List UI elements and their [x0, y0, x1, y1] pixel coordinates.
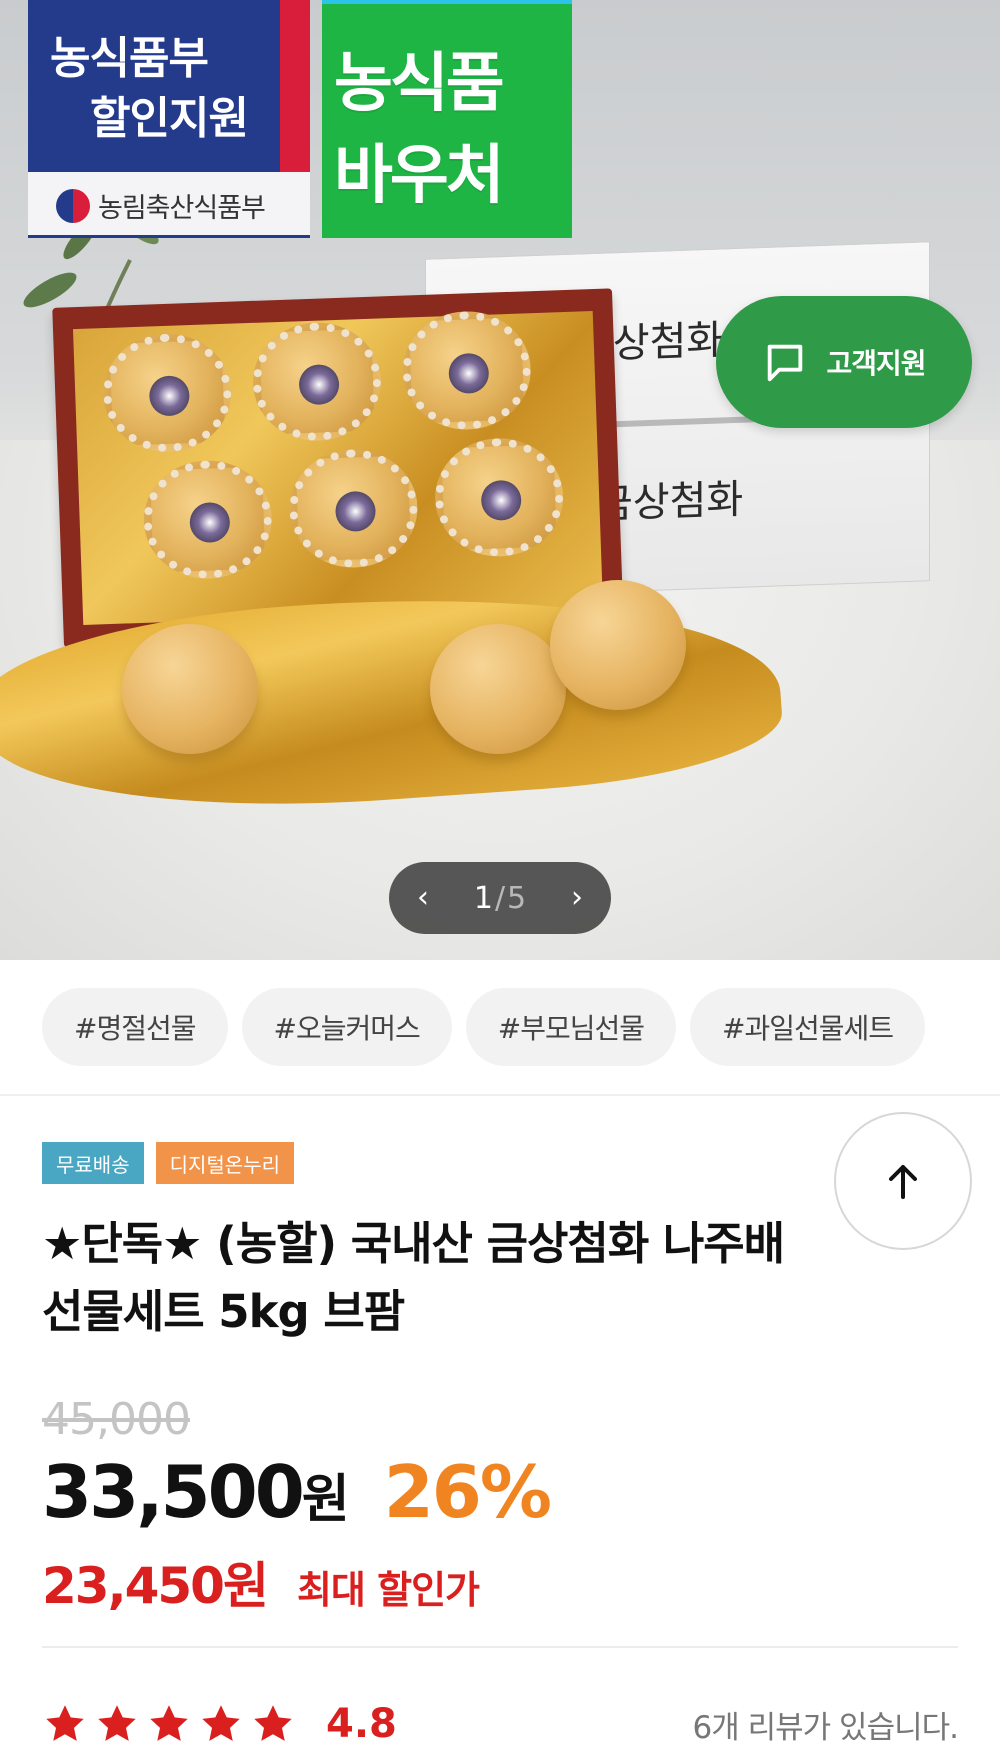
star-icon [202, 1705, 240, 1741]
product-labels: 무료배송 디지털온누리 [42, 1142, 295, 1184]
ministry-name: 농림축산식품부 [98, 193, 266, 224]
customer-support-label: 고객지원 [826, 347, 926, 380]
pear-tray [52, 288, 624, 648]
star-rating [42, 1702, 296, 1746]
digital-onnuri-label: 디지털온누리 [155, 1142, 295, 1184]
taeguk-icon [56, 188, 90, 223]
max-discount-row: 23,450원 최대 할인가 [42, 1546, 480, 1618]
hashtag-chip[interactable]: #오늘커머스 [241, 988, 452, 1066]
prev-image-button[interactable]: ‹ [417, 883, 429, 913]
discount-support-badge: 농식품부 할인지원 농림축산식품부 [28, 0, 310, 238]
hashtag-chip[interactable]: #과일선물세트 [690, 988, 926, 1066]
hashtag-chip[interactable]: #명절선물 [42, 988, 228, 1066]
arrow-up-icon [889, 1165, 917, 1199]
voucher-line1: 농식품 [334, 47, 505, 121]
pager-current: 1 [473, 880, 493, 916]
next-image-button[interactable]: › [571, 883, 583, 913]
product-image-carousel[interactable]: 금상첨화 금상첨화 농식품부 할인지원 농림축산식품부 농식품 바우처 고객지원 [0, 0, 1000, 960]
loose-pear [122, 624, 258, 754]
max-discount-label: 최대 할인가 [296, 1568, 480, 1612]
free-shipping-label: 무료배송 [42, 1142, 144, 1184]
discount-rate: 26% [383, 1450, 552, 1534]
original-price: 45,000 [42, 1394, 191, 1445]
star-icon [150, 1705, 188, 1741]
product-title: ★단독★ (농할) 국내산 금상첨화 나주배 선물세트 5kg 브팜 [42, 1210, 962, 1346]
pager-separator: / [494, 880, 506, 916]
star-icon [254, 1705, 292, 1741]
pager-count: 1 / 5 [474, 881, 526, 916]
voucher-line2: 바우처 [334, 139, 505, 213]
sale-price: 33,500원 [42, 1450, 350, 1534]
max-discount-price: 23,450원 [42, 1557, 269, 1615]
scroll-to-top-button[interactable] [834, 1112, 972, 1250]
carousel-pager: ‹ 1 / 5 › [389, 862, 611, 934]
badge-line2: 할인지원 [90, 93, 249, 144]
customer-support-button[interactable]: 고객지원 [716, 296, 972, 428]
price-row: 33,500원 26% [42, 1450, 552, 1534]
product-title-line2: 선물세트 5kg 브팜 [42, 1285, 405, 1338]
ministry-logo: 농림축산식품부 [56, 186, 266, 225]
badge-line1: 농식품부 [50, 33, 209, 84]
currency-unit: 원 [301, 1470, 350, 1530]
star-icon [98, 1705, 136, 1741]
pager-total: 5 [507, 880, 527, 916]
chat-bubble-icon [768, 344, 803, 382]
loose-pear [550, 580, 686, 710]
hashtag-chip[interactable]: #부모님선물 [465, 988, 677, 1066]
star-icon [46, 1705, 84, 1741]
sale-price-value: 33,500 [42, 1450, 305, 1534]
rating-value: 4.8 [326, 1701, 397, 1747]
loose-pear [430, 624, 566, 754]
hashtag-list: #명절선물 #오늘커머스 #부모님선물 #과일선물세트 [0, 960, 1000, 1096]
product-title-line1: ★단독★ (농할) 국내산 금상첨화 나주배 [42, 1217, 785, 1270]
review-count-link[interactable]: 6개 리뷰가 있습니다. [693, 1702, 959, 1747]
divider [42, 1646, 958, 1648]
rating-row[interactable]: 4.8 6개 리뷰가 있습니다. [42, 1694, 959, 1754]
voucher-badge: 농식품 바우처 [322, 0, 572, 238]
